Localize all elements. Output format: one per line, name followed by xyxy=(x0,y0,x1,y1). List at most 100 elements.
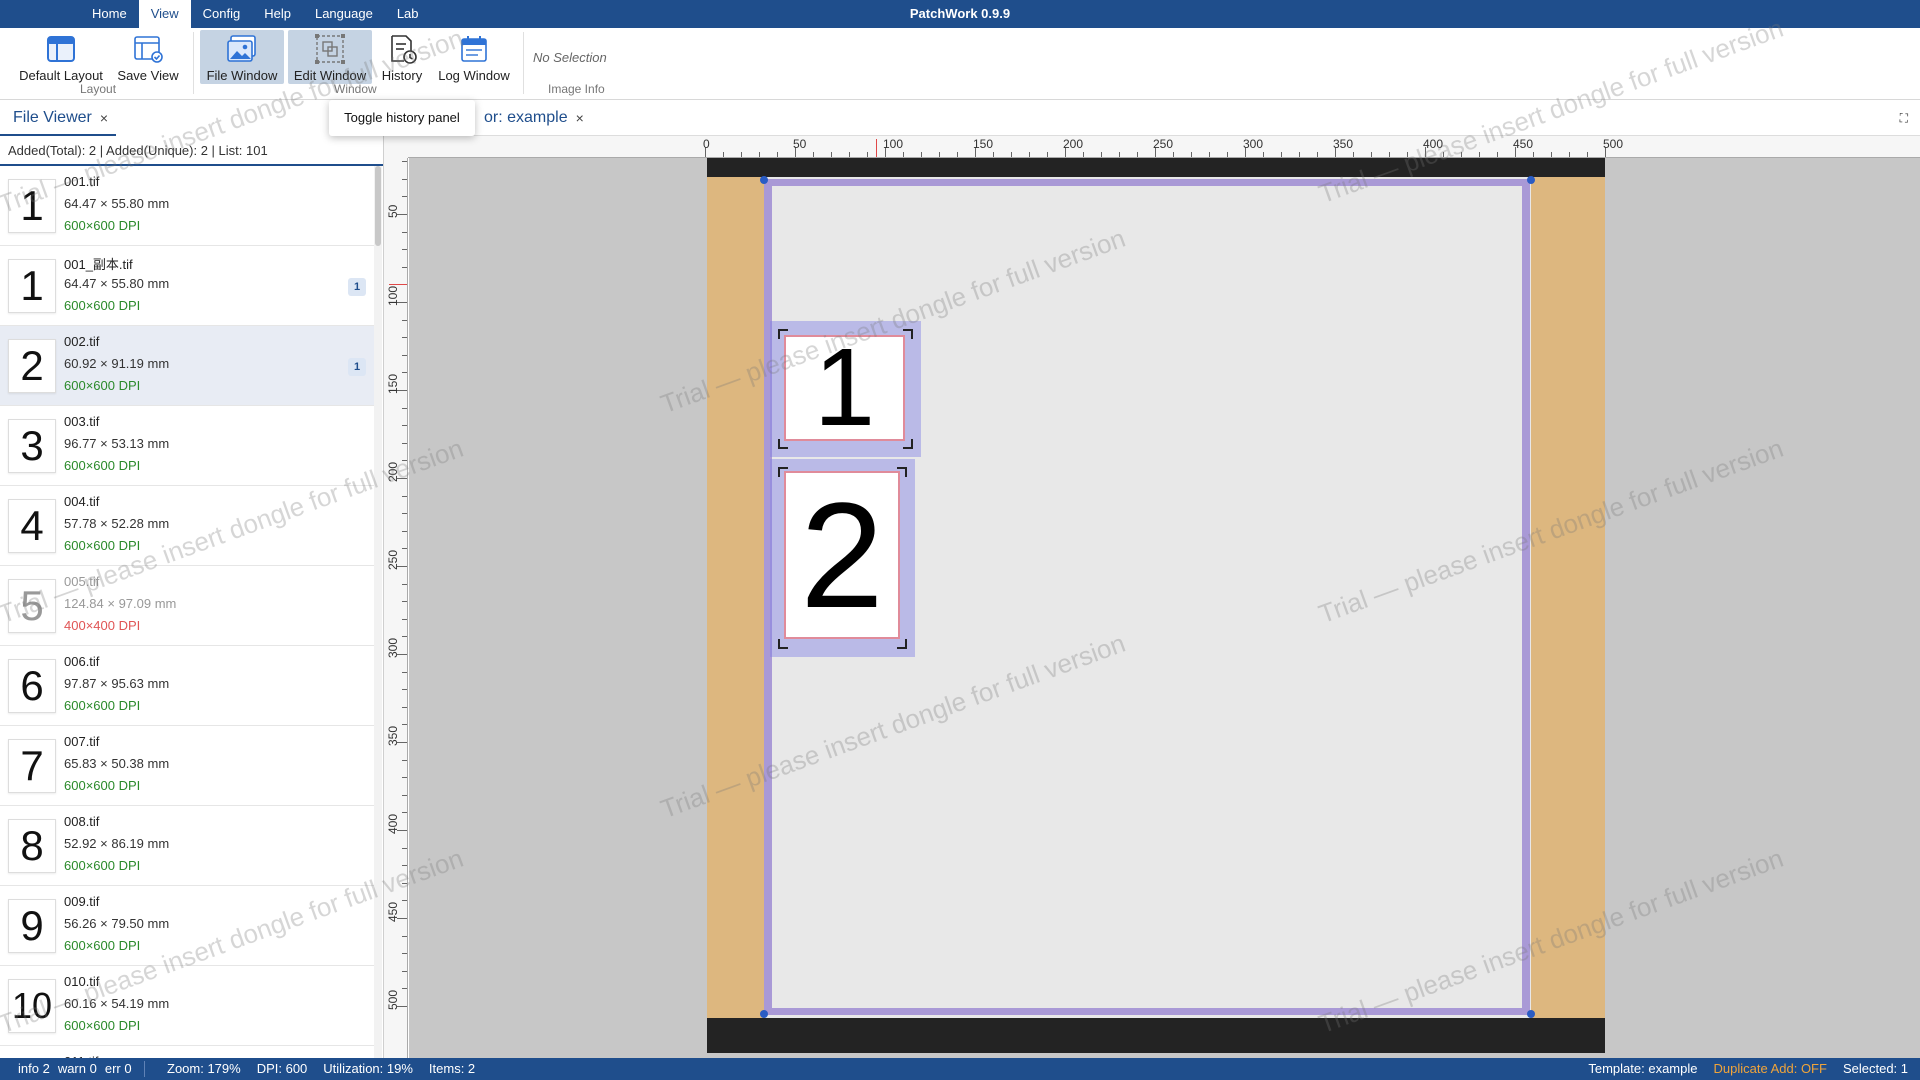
editor-tab[interactable]: or: example × xyxy=(484,109,584,127)
close-icon[interactable]: × xyxy=(100,110,108,126)
file-window-button[interactable]: File Window xyxy=(200,30,284,84)
ruler-tick xyxy=(402,161,407,163)
file-list-item[interactable]: 2 002.tif 60.92 × 91.19 mm 600×600 DPI 1 xyxy=(0,326,374,406)
layout-canvas[interactable]: 1 2 xyxy=(409,158,1920,1058)
file-name: 009.tif xyxy=(64,894,100,909)
ruler-label: 250 xyxy=(1153,137,1174,151)
ruler-tick xyxy=(741,152,742,157)
dpi-value: DPI: 600 xyxy=(256,1061,308,1076)
ruler-tick xyxy=(1011,152,1012,157)
ruler-tick xyxy=(402,689,407,691)
file-dpi: 600×600 DPI xyxy=(64,1018,141,1033)
maximize-icon[interactable]: ⛶ xyxy=(1900,111,1908,126)
file-name: 008.tif xyxy=(64,814,100,829)
menu-view[interactable]: View xyxy=(138,0,191,28)
ruler-tick xyxy=(402,970,407,972)
file-list-item[interactable]: 6 006.tif 97.87 × 95.63 mm 600×600 DPI xyxy=(0,646,374,726)
image-info-label: Image Info xyxy=(548,82,605,96)
menu-help[interactable]: Help xyxy=(252,0,303,28)
file-dimensions: 56.26 × 79.50 mm xyxy=(64,916,170,931)
patch-item[interactable]: 2 xyxy=(770,459,915,657)
ruler-tick xyxy=(1407,152,1408,157)
file-window-label: File Window xyxy=(206,68,278,83)
ruler-tick xyxy=(1101,152,1102,157)
ruler-tick xyxy=(402,425,407,427)
edit-window-label: Edit Window xyxy=(293,68,367,83)
file-thumbnail: 8 xyxy=(8,819,56,873)
ruler-label: 450 xyxy=(1513,137,1534,151)
history-button[interactable]: History xyxy=(376,30,428,84)
frame-handle[interactable] xyxy=(760,176,768,184)
log-window-button[interactable]: Log Window xyxy=(434,30,514,84)
file-name: 002.tif xyxy=(64,334,100,349)
file-dpi: 600×600 DPI xyxy=(64,218,141,233)
file-dimensions: 60.92 × 91.19 mm xyxy=(64,356,170,371)
ruler-tick xyxy=(402,513,407,515)
file-list-item[interactable]: 3 003.tif 96.77 × 53.13 mm 600×600 DPI xyxy=(0,406,374,486)
log-counts[interactable]: info 2 warn 0 err 0 xyxy=(18,1061,132,1076)
file-dimensions: 96.77 × 53.13 mm xyxy=(64,436,170,451)
layout-group-label: Layout xyxy=(80,82,117,96)
ruler-label: 300 xyxy=(386,637,400,658)
file-list-scrollbar[interactable] xyxy=(374,166,382,1058)
err-count: err 0 xyxy=(104,1061,132,1076)
ruler-tick xyxy=(402,794,407,796)
menu-home[interactable]: Home xyxy=(80,0,139,28)
window-group-label: Window xyxy=(334,82,377,96)
file-dpi: 600×600 DPI xyxy=(64,698,141,713)
file-list-item[interactable]: 7 007.tif 65.83 × 50.38 mm 600×600 DPI xyxy=(0,726,374,806)
file-dimensions: 124.84 × 97.09 mm xyxy=(64,596,177,611)
file-thumbnail: 1 xyxy=(8,179,56,233)
file-viewer-header: File Viewer × xyxy=(0,101,384,136)
ruler-tick xyxy=(957,152,958,157)
file-list-item[interactable]: 9 009.tif 56.26 × 79.50 mm 600×600 DPI xyxy=(0,886,374,966)
ruler-label: 100 xyxy=(883,137,904,151)
ruler-label: 200 xyxy=(1063,137,1084,151)
ruler-tick xyxy=(402,460,407,462)
menu-config[interactable]: Config xyxy=(191,0,253,28)
warn-count: warn 0 xyxy=(57,1061,97,1076)
utilization-value: Utilization: 19% xyxy=(323,1061,413,1076)
file-thumbnail: 7 xyxy=(8,739,56,793)
file-list-item[interactable]: 4 004.tif 57.78 × 52.28 mm 600×600 DPI xyxy=(0,486,374,566)
file-list-item[interactable]: 1 001_副本.tif 64.47 × 55.80 mm 600×600 DPI 1 xyxy=(0,246,374,326)
ruler-label: 250 xyxy=(386,549,400,570)
file-list-item[interactable]: 10 010.tif 60.16 × 54.19 mm 600×600 DPI xyxy=(0,966,374,1046)
file-list-item[interactable]: 1 001.tif 64.47 × 55.80 mm 600×600 DPI xyxy=(0,166,374,246)
menu-language[interactable]: Language xyxy=(303,0,385,28)
file-name: 003.tif xyxy=(64,414,100,429)
ruler-tick xyxy=(402,196,407,198)
frame-handle[interactable] xyxy=(1527,1010,1535,1018)
scrollbar-thumb[interactable] xyxy=(375,166,381,246)
frame-handle[interactable] xyxy=(1527,176,1535,184)
ruler-tick xyxy=(1461,152,1462,157)
save-view-button[interactable]: Save View xyxy=(112,30,184,84)
ruler-tick xyxy=(1227,152,1228,157)
file-list-item[interactable]: 11011.tif xyxy=(0,1046,374,1058)
ruler-label: 400 xyxy=(386,813,400,834)
ruler-tick xyxy=(1173,152,1174,157)
menu-lab[interactable]: Lab xyxy=(385,0,431,28)
patch-item[interactable]: 1 xyxy=(770,321,921,457)
ruler-label: 200 xyxy=(386,461,400,482)
zoom-level: Zoom: 179% xyxy=(167,1061,241,1076)
ruler-tick xyxy=(402,618,407,620)
selection-status: No Selection xyxy=(533,50,607,65)
ribbon-separator xyxy=(523,32,524,94)
duplicate-add-toggle[interactable]: Duplicate Add: OFF xyxy=(1714,1061,1827,1076)
frame-handle[interactable] xyxy=(760,1010,768,1018)
file-thumbnail: 3 xyxy=(8,419,56,473)
default-layout-button[interactable]: Default Layout xyxy=(14,30,108,84)
file-dpi: 600×600 DPI xyxy=(64,858,141,873)
ruler-tick xyxy=(402,249,407,251)
ruler-tick xyxy=(1281,152,1282,157)
canvas-stats: Zoom: 179% DPI: 600 Utilization: 19% Ite… xyxy=(167,1061,475,1076)
ruler-tick xyxy=(402,548,407,550)
edit-layers-icon xyxy=(313,32,347,66)
edit-window-button[interactable]: Edit Window xyxy=(288,30,372,84)
file-dpi: 600×600 DPI xyxy=(64,458,141,473)
file-list-item[interactable]: 5 005.tif 124.84 × 97.09 mm 400×400 DPI xyxy=(0,566,374,646)
file-list-item[interactable]: 8 008.tif 52.92 × 86.19 mm 600×600 DPI xyxy=(0,806,374,886)
file-viewer-tab[interactable]: File Viewer × xyxy=(0,101,117,136)
close-icon[interactable]: × xyxy=(576,110,584,126)
